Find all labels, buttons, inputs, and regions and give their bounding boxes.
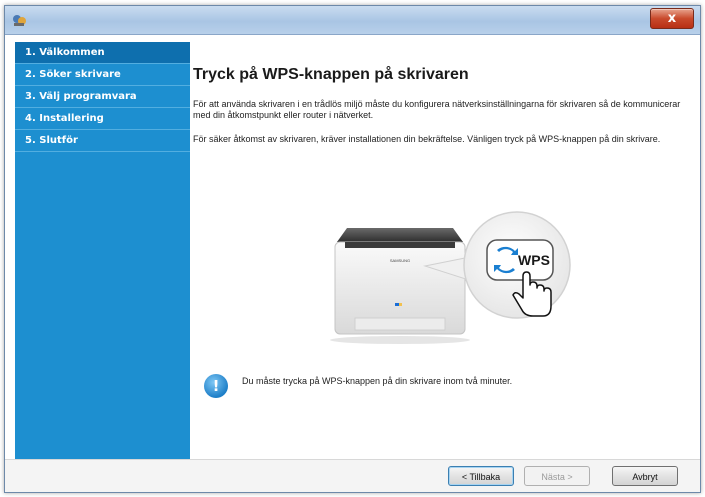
sidebar-step-installering: 4. Installering [15,108,190,130]
wps-button-graphic: WPS [486,239,554,281]
sidebar-step-soker-skrivare: 2. Söker skrivare [15,64,190,86]
back-button[interactable]: < Tillbaka [448,466,514,486]
info-icon: ! [204,374,228,398]
printer-wps-illustration: SAMSUNG WPS [330,211,571,344]
close-button[interactable]: x [650,8,694,29]
title-bar[interactable]: x [5,6,700,35]
notice-text: Du måste trycka på WPS-knappen på din sk… [242,376,513,386]
sidebar-step-valj-programvara: 3. Välj programvara [15,86,190,108]
printer-brand-label: SAMSUNG [390,258,410,263]
intro-paragraph: För att använda skrivaren i en trådlös m… [193,99,681,120]
wps-label: WPS [518,252,550,268]
next-button[interactable]: Nästa > [524,466,590,486]
button-bar: < Tillbaka Nästa > Avbryt [5,459,700,492]
printer-icon: SAMSUNG [330,228,470,344]
main-content: Tryck på WPS-knappen på skrivaren För at… [190,42,702,462]
page-title: Tryck på WPS-knappen på skrivaren [193,66,469,83]
installer-app-icon [13,15,26,26]
security-paragraph: För säker åtkomst av skrivaren, kräver i… [193,134,661,144]
steps-sidebar: 1. Välkommen 2. Söker skrivare 3. Välj p… [15,42,190,462]
installer-window: x 1. Välkommen 2. Söker skrivare 3. Välj… [4,5,701,493]
cancel-button[interactable]: Avbryt [612,466,678,486]
sidebar-step-slutfor: 5. Slutför [15,130,190,152]
sidebar-step-valkommen: 1. Välkommen [15,42,190,64]
